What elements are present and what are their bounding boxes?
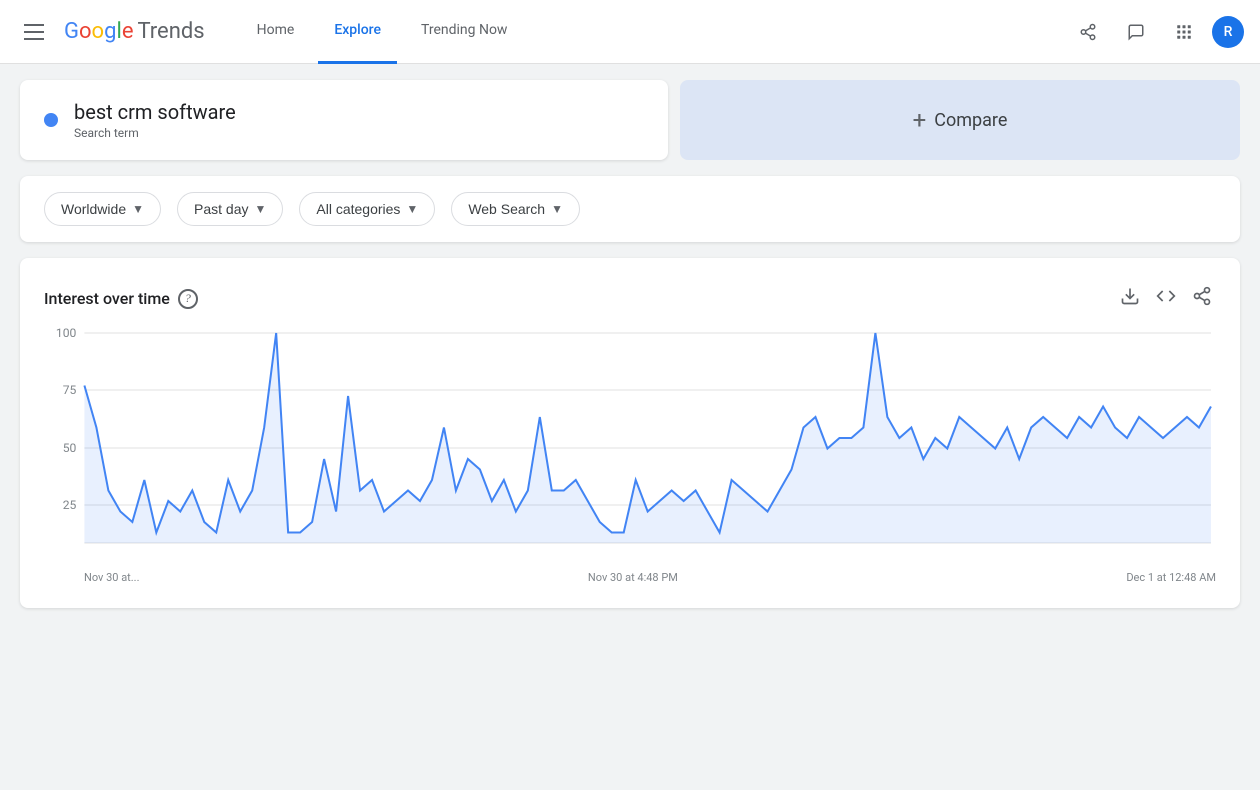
help-icon[interactable]: ? (178, 289, 198, 309)
chart-title: Interest over time (44, 289, 170, 308)
main-content: best crm software Search term + Compare … (0, 64, 1260, 624)
feedback-button[interactable] (1116, 12, 1156, 52)
svg-text:100: 100 (56, 326, 77, 340)
search-card: best crm software Search term (20, 80, 668, 160)
chart-header: Interest over time ? (44, 282, 1216, 315)
x-label-end: Dec 1 at 12:48 AM (1126, 571, 1216, 584)
download-button[interactable] (1116, 282, 1144, 315)
x-labels: Nov 30 at... Nov 30 at 4:48 PM Dec 1 at … (44, 567, 1216, 584)
svg-text:25: 25 (63, 498, 77, 512)
compare-card[interactable]: + Compare (680, 80, 1240, 160)
search-info: best crm software Search term (74, 100, 236, 140)
share-chart-button[interactable] (1188, 282, 1216, 315)
chart-title-area: Interest over time ? (44, 289, 198, 309)
search-type: Search term (74, 126, 236, 140)
region-filter[interactable]: Worldwide ▼ (44, 192, 161, 226)
category-filter[interactable]: All categories ▼ (299, 192, 435, 226)
chart-card: Interest over time ? (20, 258, 1240, 608)
category-filter-label: All categories (316, 201, 400, 217)
svg-text:75: 75 (63, 383, 77, 397)
logo-trends-text: Trends (137, 19, 204, 44)
region-filter-label: Worldwide (61, 201, 126, 217)
time-filter-label: Past day (194, 201, 248, 217)
menu-button[interactable] (16, 16, 52, 48)
chart-actions (1116, 282, 1216, 315)
x-label-start: Nov 30 at... (84, 571, 139, 584)
time-filter-arrow: ▼ (254, 202, 266, 216)
chart-container: 100 75 50 25 Nov 30 at... Nov 30 at 4:48… (44, 323, 1216, 584)
nav-trending-now[interactable]: Trending Now (405, 0, 523, 64)
filters-card: Worldwide ▼ Past day ▼ All categories ▼ … (20, 176, 1240, 242)
search-dot (44, 113, 58, 127)
search-type-filter-label: Web Search (468, 201, 545, 217)
time-filter[interactable]: Past day ▼ (177, 192, 283, 226)
user-avatar[interactable]: R (1212, 16, 1244, 48)
x-label-mid: Nov 30 at 4:48 PM (588, 571, 678, 584)
header-left: Google Trends Home Explore Trending Now (16, 0, 523, 64)
search-type-filter[interactable]: Web Search ▼ (451, 192, 580, 226)
header-right: R (1068, 12, 1244, 52)
search-area: best crm software Search term + Compare (20, 80, 1240, 160)
region-filter-arrow: ▼ (132, 202, 144, 216)
header: Google Trends Home Explore Trending Now (0, 0, 1260, 64)
nav-home[interactable]: Home (241, 0, 311, 64)
compare-plus-icon: + (913, 106, 927, 134)
logo-google-text: Google (64, 19, 133, 44)
nav-explore[interactable]: Explore (318, 0, 397, 64)
embed-button[interactable] (1152, 282, 1180, 315)
share-button[interactable] (1068, 12, 1108, 52)
search-term: best crm software (74, 100, 236, 124)
svg-text:50: 50 (63, 441, 77, 455)
trend-chart: 100 75 50 25 (44, 323, 1216, 563)
logo[interactable]: Google Trends (64, 19, 205, 44)
apps-button[interactable] (1164, 12, 1204, 52)
search-type-filter-arrow: ▼ (551, 202, 563, 216)
category-filter-arrow: ▼ (406, 202, 418, 216)
compare-label: Compare (934, 110, 1007, 131)
main-nav: Home Explore Trending Now (241, 0, 524, 64)
